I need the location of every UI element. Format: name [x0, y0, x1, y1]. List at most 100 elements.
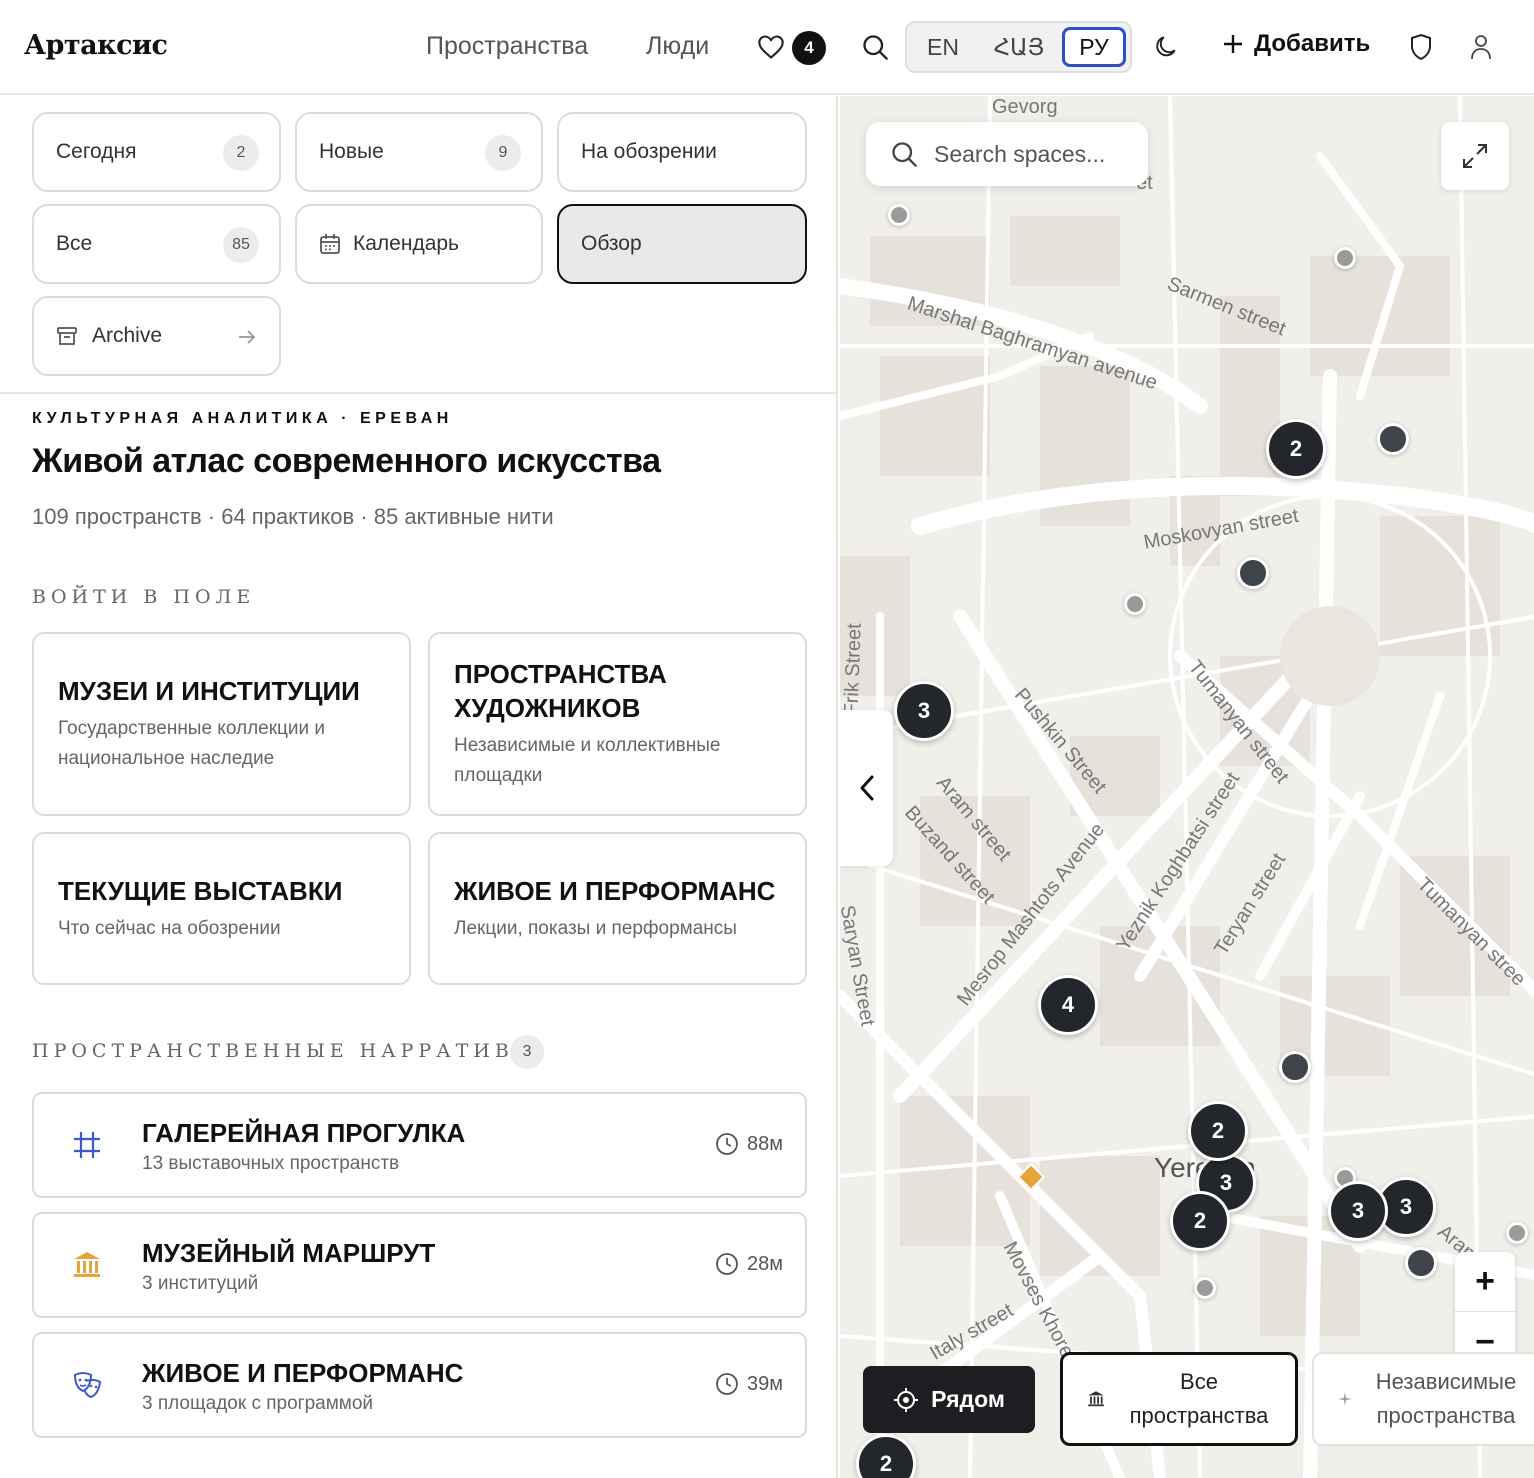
chevron-left-icon: [860, 775, 873, 801]
favorites-count-badge: 4: [792, 31, 826, 65]
nav-people[interactable]: Люди: [646, 32, 709, 61]
filter-calendar[interactable]: Календарь: [295, 204, 543, 284]
route-duration: 88м: [715, 1132, 783, 1156]
narratives-count-badge: 3: [510, 1035, 544, 1069]
route-duration-value: 39м: [747, 1372, 783, 1395]
locate-icon: [894, 1387, 919, 1412]
collapse-panel-button[interactable]: [840, 710, 893, 866]
nearby-label: Рядом: [931, 1386, 1005, 1412]
moon-icon[interactable]: [1152, 33, 1180, 61]
filter-label: Сегодня: [56, 140, 137, 163]
map-pin[interactable]: [888, 204, 910, 226]
section-label-narratives: ПРОСТРАНСТВЕННЫЕ НАРРАТИВЫ: [32, 1040, 538, 1062]
map-cluster[interactable]: 2: [1188, 1101, 1248, 1161]
route-museum[interactable]: МУЗЕЙНЫЙ МАРШРУТ 3 институций 28м: [32, 1212, 807, 1318]
logo[interactable]: Артаксис: [24, 30, 168, 61]
card-live-performance[interactable]: ЖИВОЕ И ПЕРФОРМАНС Лекции, показы и перф…: [428, 832, 807, 985]
map-pin[interactable]: [1405, 1247, 1437, 1279]
map-cluster[interactable]: 2: [1170, 1191, 1230, 1251]
nearby-button[interactable]: Рядом: [863, 1366, 1035, 1433]
filter-label: Обзор: [581, 232, 642, 255]
shield-icon[interactable]: [1407, 32, 1435, 62]
filter-today[interactable]: Сегодня 2: [32, 112, 281, 192]
chip-independent-spaces[interactable]: Независимые пространства: [1312, 1352, 1534, 1446]
route-subtitle: 3 институций: [142, 1273, 259, 1294]
map-pin[interactable]: [1124, 593, 1146, 615]
map-pin[interactable]: [1506, 1222, 1528, 1244]
user-icon[interactable]: [1467, 32, 1495, 62]
lang-hy[interactable]: ՀԱՅ: [987, 27, 1051, 67]
filter-label: Все: [56, 232, 93, 255]
map-pin[interactable]: [1279, 1051, 1311, 1083]
route-title: ГАЛЕРЕЙНАЯ ПРОГУЛКА: [142, 1118, 466, 1148]
street-label: Gevorg: [992, 96, 1058, 118]
filter-on-view[interactable]: На обозрении: [557, 112, 807, 192]
route-live-performance[interactable]: ЖИВОЕ И ПЕРФОРМАНС 3 площадок с программ…: [32, 1332, 807, 1438]
route-duration: 28м: [715, 1252, 783, 1276]
page-title: Живой атлас современного искусства: [32, 442, 661, 480]
street-label: Frik Street: [840, 622, 866, 716]
card-current-exhibitions[interactable]: ТЕКУЩИЕ ВЫСТАВКИ Что сейчас на обозрении: [32, 832, 411, 985]
route-title: МУЗЕЙНЫЙ МАРШРУТ: [142, 1238, 436, 1268]
card-artist-spaces[interactable]: ПРОСТРАНСТВА ХУДОЖНИКОВ Независимые и ко…: [428, 632, 807, 816]
zoom-in-button[interactable]: +: [1455, 1252, 1515, 1312]
filter-count: 9: [485, 135, 521, 171]
search-icon[interactable]: [860, 32, 890, 62]
lang-ru[interactable]: РУ: [1062, 27, 1126, 67]
heart-icon[interactable]: [756, 32, 786, 62]
filter-label: Новые: [319, 140, 384, 163]
card-title: МУЗЕИ И ИНСТИТУЦИИ: [58, 676, 360, 706]
chip-label: Независимые пространства: [1375, 1369, 1517, 1428]
map-pin[interactable]: [1334, 247, 1356, 269]
chip-all-spaces[interactable]: Все пространства: [1060, 1352, 1298, 1446]
map-pin[interactable]: [1194, 1277, 1216, 1299]
map-search-placeholder: Search spaces...: [934, 140, 1106, 167]
map-view[interactable]: Gevorg et Sarmen street Marshal Baghramy…: [840, 96, 1534, 1478]
section-label-enter-field: ВОЙТИ В ПОЛЕ: [32, 586, 256, 608]
divider: [0, 392, 836, 394]
filter-label: На обозрении: [581, 140, 717, 163]
nav-spaces[interactable]: Пространства: [426, 32, 588, 61]
map-search-input[interactable]: Search spaces...: [866, 122, 1148, 186]
filter-count: 85: [223, 227, 259, 263]
archive-icon: [57, 327, 77, 345]
card-subtitle: Лекции, показы и перформансы: [454, 917, 737, 939]
route-gallery-walk[interactable]: ГАЛЕРЕЙНАЯ ПРОГУЛКА 13 выставочных прост…: [32, 1092, 807, 1198]
filter-all[interactable]: Все 85: [32, 204, 281, 284]
sparkle-icon: [1338, 1392, 1352, 1406]
lang-en[interactable]: EN: [911, 27, 975, 67]
card-subtitle: Государственные коллекции и национальное…: [58, 718, 326, 769]
clock-icon: [716, 1373, 738, 1395]
filter-new[interactable]: Новые 9: [295, 112, 543, 192]
card-subtitle: Что сейчас на обозрении: [58, 917, 281, 939]
route-duration-value: 88м: [747, 1132, 783, 1155]
theater-masks-icon: [70, 1368, 104, 1402]
map-pin[interactable]: [1237, 557, 1269, 589]
expand-map-button[interactable]: [1441, 122, 1509, 190]
plus-icon: [1224, 35, 1242, 53]
map-pin[interactable]: [1377, 423, 1409, 455]
card-title: ТЕКУЩИЕ ВЫСТАВКИ: [58, 875, 343, 906]
route-subtitle: 13 выставочных пространств: [142, 1153, 400, 1174]
filter-count: 2: [223, 135, 259, 171]
card-title: ЖИВОЕ И ПЕРФОРМАНС: [454, 875, 776, 906]
card-title: ПРОСТРАНСТВА ХУДОЖНИКОВ: [454, 659, 667, 723]
add-button[interactable]: Добавить: [1222, 30, 1370, 58]
overview-eyebrow: КУЛЬТУРНАЯ АНАЛИТИКА · ЕРЕВАН: [32, 410, 453, 427]
chip-label: Все пространства: [1129, 1369, 1269, 1428]
calendar-icon: [320, 234, 340, 254]
map-cluster[interactable]: 3: [894, 681, 954, 741]
top-header: Артаксис Пространства Люди 4 EN ՀԱՅ РУ Д…: [0, 0, 1534, 95]
card-museums[interactable]: МУЗЕИ И ИНСТИТУЦИИ Государственные колле…: [32, 632, 411, 816]
clock-icon: [716, 1133, 738, 1155]
filter-label: Archive: [92, 324, 163, 347]
left-panel: Сегодня 2 Новые 9 На обозрении Все 85 Ка…: [0, 96, 838, 1478]
map-cluster[interactable]: 4: [1038, 975, 1098, 1035]
map-cluster[interactable]: 2: [1266, 419, 1326, 479]
route-title: ЖИВОЕ И ПЕРФОРМАНС: [142, 1358, 464, 1388]
filter-overview[interactable]: Обзор: [557, 204, 807, 284]
arrow-right-icon: [239, 330, 256, 344]
filter-archive[interactable]: Archive: [32, 296, 281, 376]
map-cluster[interactable]: 3: [1328, 1181, 1388, 1241]
overview-stats: 109 пространств · 64 практиков · 85 акти…: [32, 504, 554, 529]
